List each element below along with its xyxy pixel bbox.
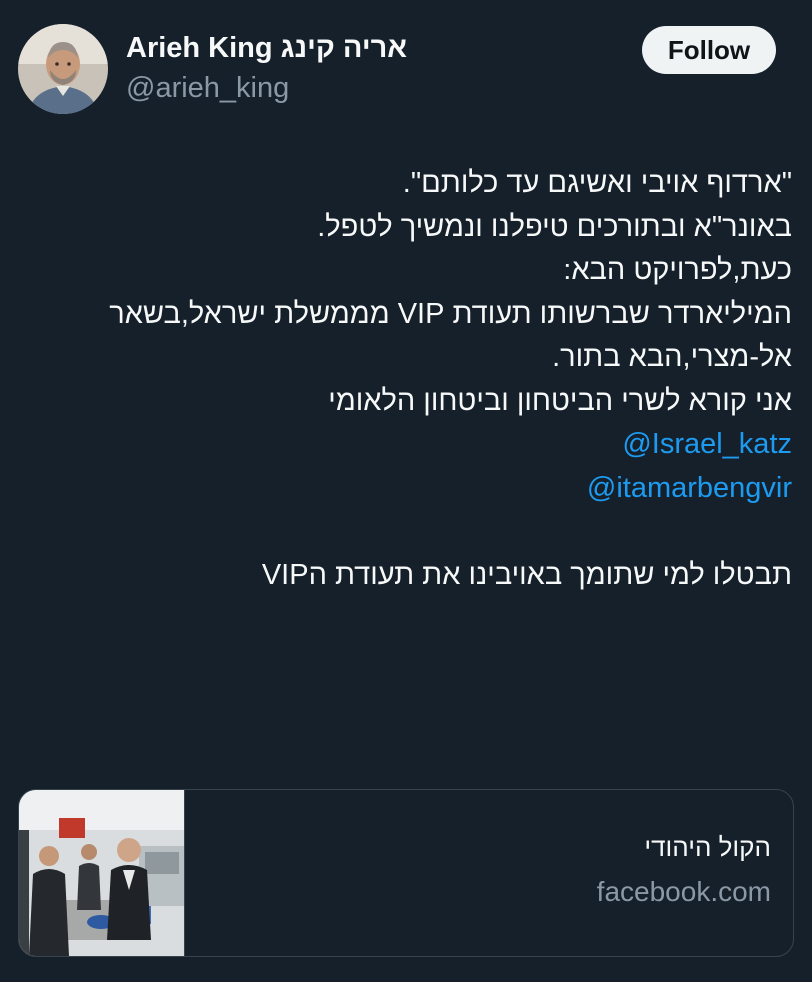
tweet-closing-line: תבטלו למי שתומך באויבינו את תעודת הVIP bbox=[261, 558, 792, 591]
profile-photo-icon bbox=[18, 24, 108, 114]
tweet-line: אני קורא לשרי הביטחון וביטחון הלאומי bbox=[328, 384, 792, 417]
mention-link-itamarbengvir[interactable]: @itamarbengvir bbox=[2, 467, 792, 511]
tweet-line: כעת,לפרויקט הבא: bbox=[563, 254, 792, 286]
link-thumbnail bbox=[19, 790, 185, 956]
tweet-text: "ארדוף אויבי ואשיגם עד כלותם". באונר"א ו… bbox=[2, 162, 792, 597]
link-preview-card[interactable]: הקול היהודי facebook.com bbox=[18, 789, 794, 957]
author-handle[interactable]: @arieh_king bbox=[126, 72, 289, 105]
follow-button[interactable]: Follow bbox=[642, 26, 776, 74]
tweet-line: "ארדוף אויבי ואשיגם עד כלותם". bbox=[402, 167, 792, 199]
link-card-title: הקול היהודי bbox=[644, 832, 771, 862]
avatar[interactable] bbox=[18, 24, 108, 114]
link-card-domain: facebook.com bbox=[596, 876, 771, 907]
news-photo-thumbnail-icon bbox=[19, 790, 184, 956]
author-display-name[interactable]: Arieh King אריה קינג bbox=[126, 32, 407, 65]
tweet-line: באונר"א ובתורכים טיפלנו ונמשיך לטפל. bbox=[317, 210, 792, 243]
mention-link-israel-katz[interactable]: @Israel_katz bbox=[2, 423, 792, 467]
tweet-line: אל-מצרי,הבא בתור. bbox=[552, 341, 792, 373]
tweet-line: המיליארדר שברשותו תעודת VIP מממשלת ישראל… bbox=[109, 297, 792, 330]
